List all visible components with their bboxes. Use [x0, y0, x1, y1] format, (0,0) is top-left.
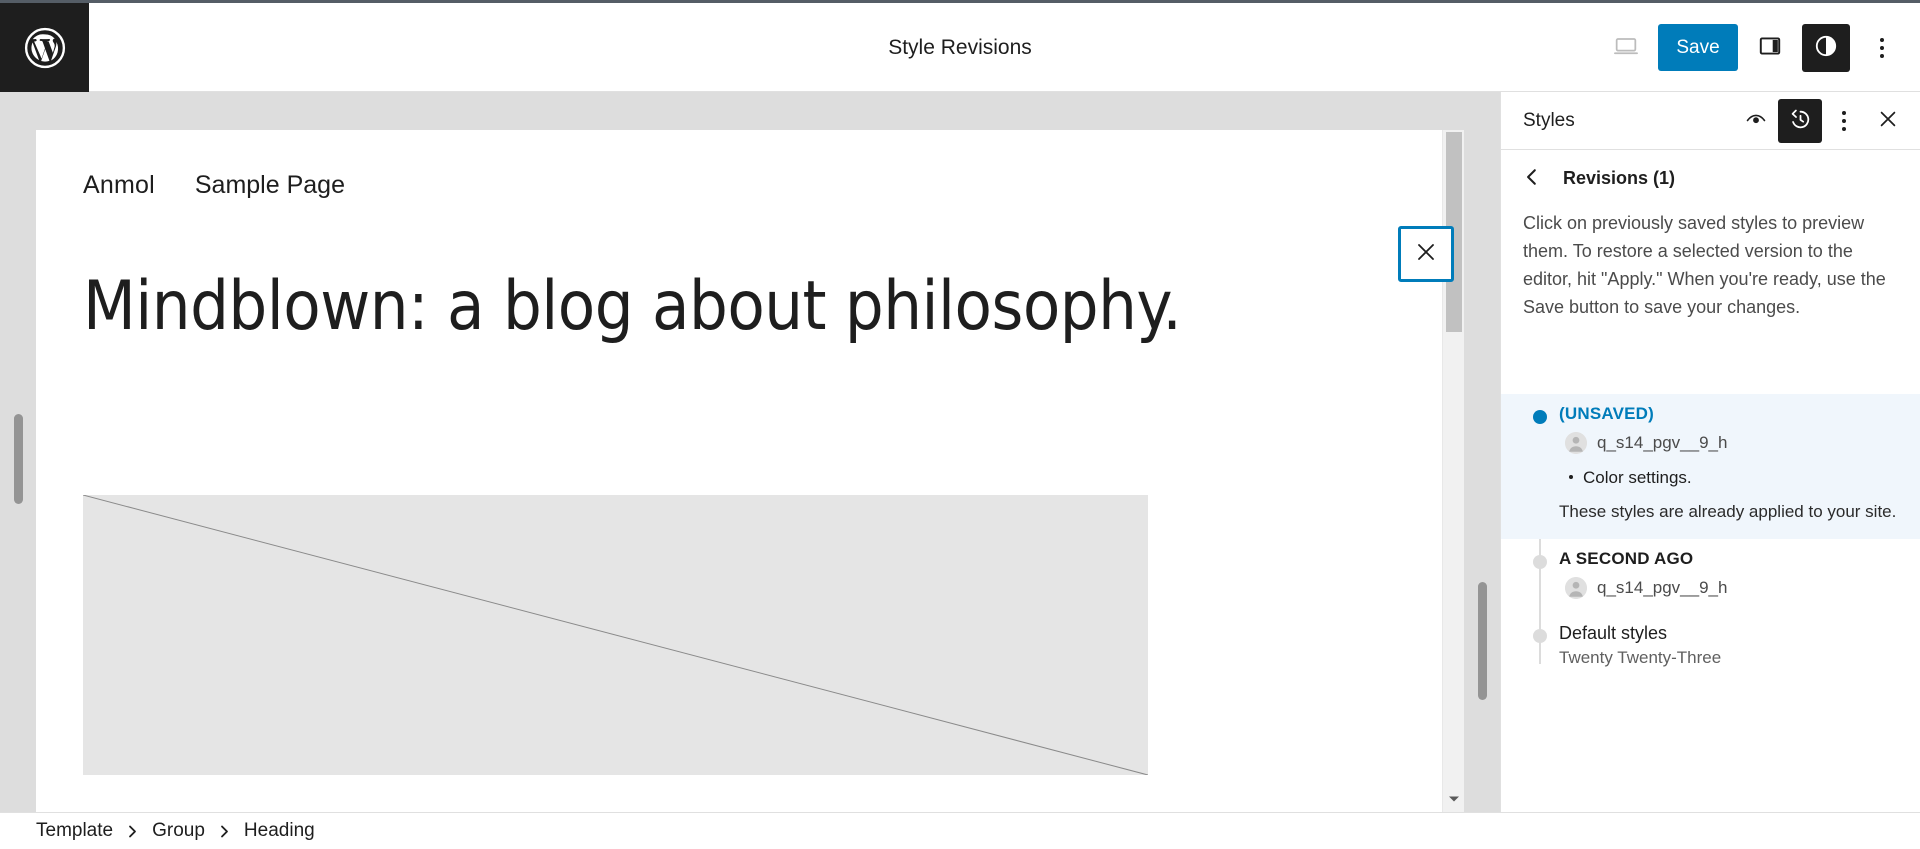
revision-item-unsaved[interactable]: (UNSAVED) q_s14_pgv__9_h Color settings.…	[1501, 394, 1920, 539]
editor-right-scrollbar-thumb[interactable]	[1478, 582, 1487, 700]
laptop-icon	[1612, 32, 1640, 63]
sidebar-header: Styles	[1501, 92, 1920, 150]
style-book-button[interactable]	[1734, 99, 1778, 143]
eye-icon	[1744, 107, 1768, 134]
more-options-button[interactable]	[1858, 24, 1906, 72]
editor-canvas: Anmol Sample Page Mindblown: a blog abou…	[0, 92, 1500, 812]
chevron-down-icon[interactable]	[1443, 790, 1464, 808]
editor-header: Style Revisions Save	[0, 3, 1920, 92]
site-header: Anmol Sample Page	[36, 130, 1464, 240]
breadcrumb-item-group[interactable]: Group	[152, 820, 205, 842]
wordpress-logo-button[interactable]	[0, 3, 89, 92]
sidebar-close-button[interactable]	[1866, 99, 1910, 143]
close-preview-button[interactable]	[1398, 226, 1454, 282]
header-actions: Save	[1602, 3, 1906, 92]
revision-label: A SECOND AGO	[1559, 548, 1694, 568]
revision-item-default-styles[interactable]: Default styles Twenty Twenty-Three	[1501, 613, 1920, 682]
close-icon	[1877, 108, 1899, 133]
revision-history-icon	[1788, 107, 1813, 135]
sidebar-more-options-button[interactable]	[1822, 99, 1866, 143]
timeline-dot	[1533, 554, 1547, 569]
revision-changes-list: Color settings.	[1559, 464, 1898, 491]
breadcrumb-item-heading[interactable]: Heading	[244, 820, 315, 842]
styles-sidebar: Styles Revisions (1) Click on previously…	[1500, 92, 1920, 812]
chevron-right-icon	[127, 825, 138, 838]
styles-button[interactable]	[1802, 23, 1850, 72]
revision-note: These styles are already applied to your…	[1559, 502, 1897, 522]
revisions-back-button[interactable]	[1517, 163, 1547, 193]
site-title[interactable]: Anmol	[83, 171, 155, 200]
styles-contrast-icon	[1813, 33, 1839, 62]
revisions-timeline: (UNSAVED) q_s14_pgv__9_h Color settings.…	[1501, 394, 1920, 682]
editor-right-scrollbar[interactable]	[1478, 92, 1487, 812]
revisions-title: Revisions (1)	[1563, 167, 1676, 188]
revision-theme-name: Twenty Twenty-Three	[1559, 647, 1722, 667]
timeline-dot	[1533, 410, 1547, 424]
revisions-description: Click on previously saved styles to prev…	[1523, 213, 1886, 317]
revisions-header: Revisions (1)	[1501, 150, 1920, 206]
editor-left-scrollbar[interactable]	[14, 92, 23, 812]
nav-link-sample-page[interactable]: Sample Page	[195, 171, 345, 200]
sidebar-toggle-button[interactable]	[1746, 24, 1794, 72]
avatar	[1565, 432, 1587, 454]
avatar	[1565, 576, 1587, 599]
revision-author-name: q_s14_pgv__9_h	[1597, 433, 1728, 452]
revision-author: q_s14_pgv__9_h	[1559, 432, 1898, 454]
image-placeholder-block[interactable]	[83, 495, 1148, 775]
wordpress-logo-icon	[23, 26, 67, 70]
post-heading[interactable]: Mindblown: a blog about philosophy.	[83, 269, 1393, 345]
save-button[interactable]: Save	[1658, 24, 1738, 71]
breadcrumb-item-template[interactable]: Template	[36, 820, 113, 842]
timeline-dot	[1533, 628, 1547, 643]
revision-item-a-second-ago[interactable]: A SECOND AGO q_s14_pgv__9_h	[1501, 539, 1920, 613]
device-preview-button[interactable]	[1602, 24, 1650, 72]
revision-label: (UNSAVED)	[1559, 404, 1654, 423]
revisions-button[interactable]	[1778, 98, 1822, 143]
list-item: Color settings.	[1567, 464, 1898, 491]
breadcrumb: Template Group Heading	[0, 812, 1920, 849]
sidebar-title: Styles	[1523, 109, 1575, 131]
vertical-dots-icon	[1880, 37, 1884, 58]
revision-author: q_s14_pgv__9_h	[1559, 576, 1898, 599]
close-icon	[1414, 240, 1438, 269]
sidebar-panel-icon	[1757, 33, 1783, 62]
editor-left-scrollbar-thumb[interactable]	[14, 414, 23, 504]
revision-label: Default styles	[1559, 622, 1668, 643]
chevron-left-icon	[1523, 168, 1541, 189]
revision-author-name: q_s14_pgv__9_h	[1597, 577, 1728, 597]
vertical-dots-icon	[1842, 110, 1846, 131]
site-preview-frame: Anmol Sample Page Mindblown: a blog abou…	[36, 130, 1464, 812]
chevron-right-icon	[219, 825, 230, 838]
